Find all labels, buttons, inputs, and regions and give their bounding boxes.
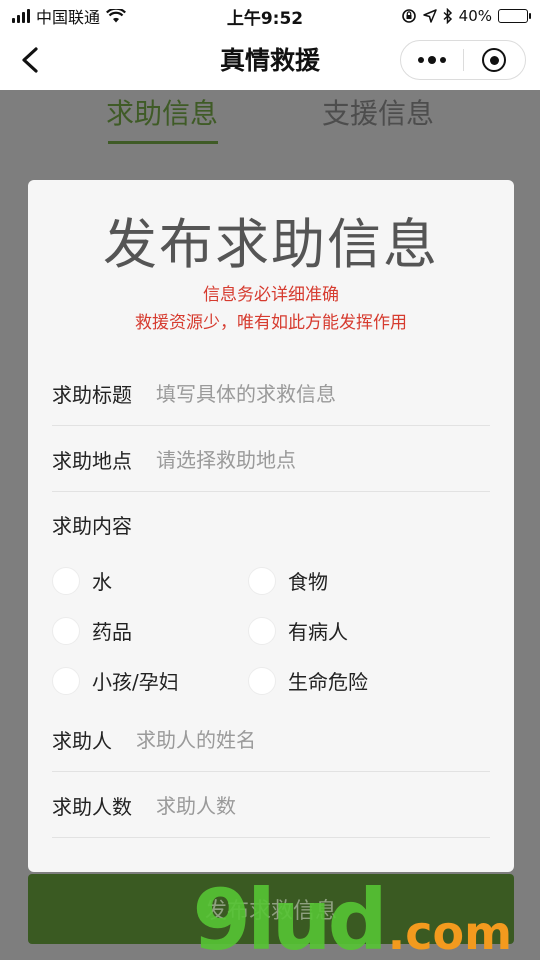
back-arrow-icon[interactable] [12,42,48,78]
option-patient[interactable]: 有病人 [248,616,348,645]
option-label: 生命危险 [288,670,368,694]
nav-bar: 真情救援 [0,32,540,90]
title-input[interactable] [156,381,490,406]
status-bar-right: 40% [328,7,531,25]
wifi-icon [106,9,126,23]
option-life-danger[interactable]: 生命危险 [248,666,368,695]
location-picker[interactable] [156,447,490,472]
count-field-row: 求助人数 [52,774,490,838]
option-label: 水 [92,570,112,594]
carrier-label: 中国联通 [36,8,101,27]
battery-icon [498,9,531,23]
option-food[interactable]: 食物 [248,566,328,595]
option-label: 食物 [288,570,328,594]
radio-button[interactable] [248,616,276,645]
person-field-row: 求助人 [52,708,490,772]
watermark-suffix: .com [387,906,512,960]
signal-icon [12,9,30,23]
rotation-lock-icon [401,9,416,23]
option-water[interactable]: 水 [52,566,112,595]
radio-button[interactable] [52,566,80,595]
menu-capsule [400,40,526,80]
tab-help-info[interactable]: 求助信息 [106,94,219,144]
radio-button[interactable] [52,616,80,645]
person-field-label: 求助人 [52,729,112,753]
option-label: 有病人 [288,620,348,644]
status-time: 上午9:52 [226,8,304,29]
radio-button[interactable] [248,566,276,595]
radio-button[interactable] [248,666,276,695]
person-count-input[interactable] [156,793,490,818]
tab-help-label: 求助信息 [106,97,219,130]
warning-line-2: 救援资源少，唯有如此方能发挥作用 [135,313,407,333]
tab-support-info[interactable]: 支援信息 [322,94,434,144]
status-bar: 中国联通 上午9:52 40% [0,0,540,32]
title-field-row: 求助标题 [52,362,490,426]
status-bar-left: 中国联通 [12,4,202,28]
person-name-input[interactable] [136,727,490,752]
more-dots-icon[interactable] [401,41,463,79]
warning-line-1: 信息务必详细准确 [203,285,339,305]
target-close-icon[interactable] [464,41,526,79]
radio-button[interactable] [52,666,80,695]
location-field-label: 求助地点 [52,449,132,473]
help-form-modal: 发布求助信息 信息务必详细准确 救援资源少，唯有如此方能发挥作用 求助标题 求助… [28,180,514,872]
bluetooth-icon [443,8,452,24]
option-child-pregnant[interactable]: 小孩/孕妇 [52,666,179,695]
option-medicine[interactable]: 药品 [52,616,132,645]
title-field-label: 求助标题 [52,383,132,407]
location-field-row[interactable]: 求助地点 [52,428,490,492]
active-tab-indicator [108,141,219,144]
tab-bar: 求助信息 支援信息 [0,90,540,150]
location-arrow-icon [422,9,437,23]
option-label: 药品 [92,620,132,644]
watermark-logo: 9lud .com [192,870,512,960]
form-heading: 发布求助信息 [103,213,439,276]
tab-support-label: 支援信息 [322,97,435,130]
count-field-label: 求助人数 [52,795,132,819]
option-label: 小孩/孕妇 [92,670,179,694]
watermark-main: 9lud [192,870,388,960]
content-field-label: 求助内容 [52,514,132,538]
battery-percent: 40% [458,7,492,25]
